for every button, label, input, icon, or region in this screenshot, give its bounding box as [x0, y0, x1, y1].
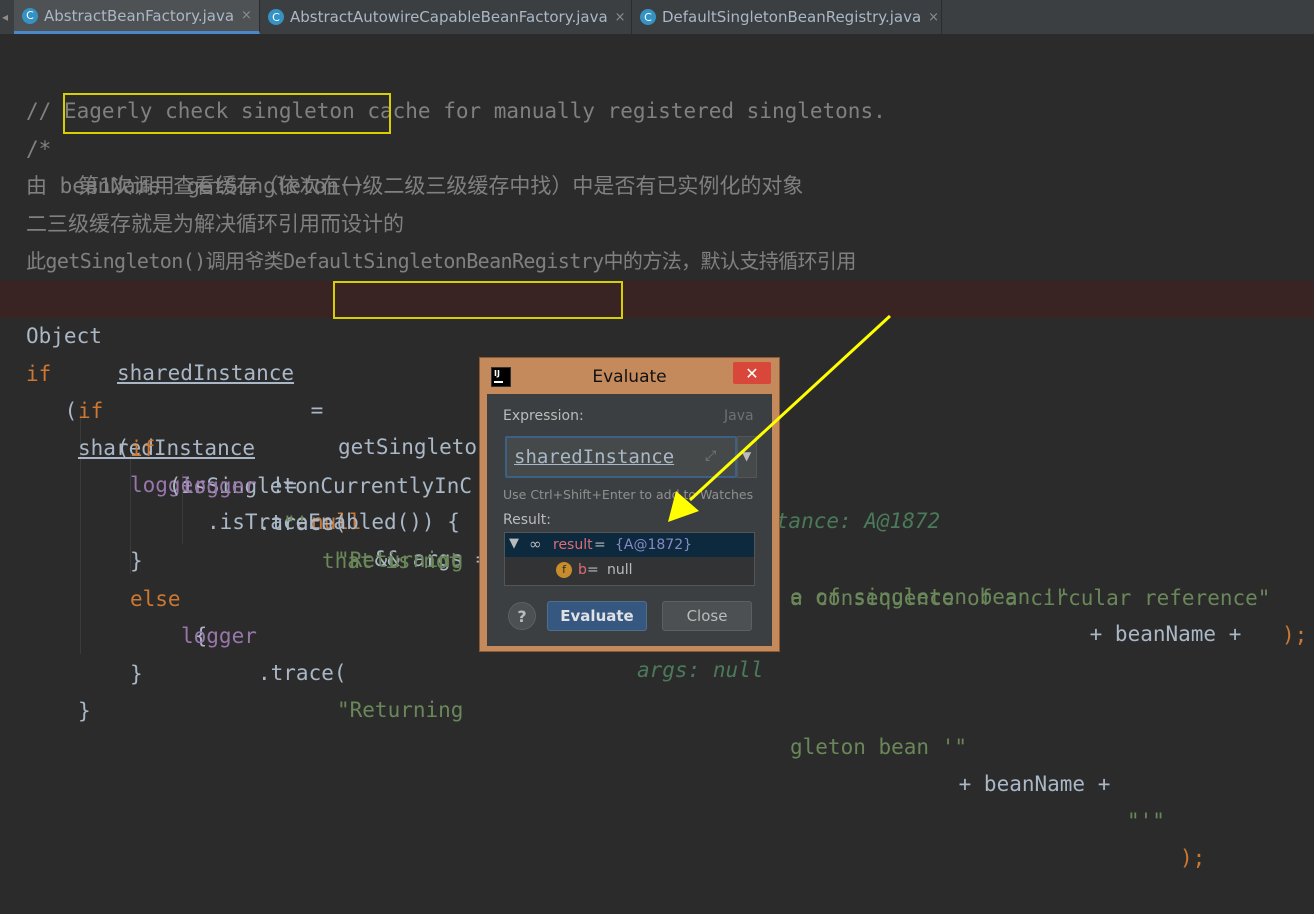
tab-default-singleton-bean-registry[interactable]: C DefaultSingletonBeanRegistry.java ×	[632, 0, 942, 34]
dialog-title-bar[interactable]: IJ Evaluate ✕	[480, 358, 779, 394]
tree-row-result[interactable]: ▼ ∞ result = {A@1872}	[505, 533, 754, 557]
code-line-1: // Eagerly check singleton cache for man…	[0, 56, 1314, 123]
result-tree[interactable]: ▼ ∞ result = {A@1872} f b = null	[504, 532, 755, 586]
expand-icon[interactable]: ⤢	[705, 448, 716, 464]
class-icon: C	[22, 7, 38, 24]
child-eq: =	[587, 562, 599, 578]
tab-abstract-autowire-capable-bean-factory[interactable]: C AbstractAutowireCapableBeanFactory.jav…	[260, 0, 632, 34]
close-icon[interactable]: ✕	[733, 362, 771, 384]
code-line-3: 由 beanName 查看缓存（依次在一级二级三级缓存中找）中是否有已实例化的对…	[0, 131, 1314, 198]
expression-input[interactable]: sharedInstance ⤢	[505, 436, 737, 478]
code-line-5: 此getSingleton()调用爷类DefaultSingletonBeanR…	[0, 206, 1314, 273]
expression-label: Expression:	[503, 408, 584, 424]
code-line-17: }	[0, 656, 1314, 723]
code-line-4: 二三级缓存就是为解决循环引用而设计的	[0, 169, 1314, 236]
expand-arrow-icon[interactable]: ▼	[509, 536, 519, 551]
close-icon[interactable]: ×	[615, 10, 626, 25]
code-text: + beanName +	[946, 772, 1124, 796]
tab-label: DefaultSingletonBeanRegistry.java	[662, 8, 922, 26]
watch-infinity-icon: ∞	[529, 535, 542, 553]
result-label: Result:	[503, 512, 551, 528]
string-literal: "Returning	[337, 698, 464, 722]
field-icon: f	[556, 562, 572, 578]
dialog-body: Expression: Java sharedInstance ⤢ ▼ Use …	[487, 394, 772, 646]
code-line-8: if ( sharedInstance != null && args == n…	[0, 319, 1314, 682]
evaluate-dialog: IJ Evaluate ✕ Expression: Java sharedIns…	[479, 357, 780, 652]
close-icon[interactable]: ×	[241, 8, 252, 23]
child-name: b	[578, 562, 587, 578]
close-icon[interactable]: ×	[928, 10, 939, 25]
tab-scroll-left-icon[interactable]: ◂	[2, 10, 8, 24]
annotation-box-comment	[63, 93, 391, 134]
result-value: {A@1872}	[615, 537, 693, 553]
editor-tab-bar: ◂ C AbstractBeanFactory.java × C Abstrac…	[0, 0, 1314, 35]
expression-value: sharedInstance	[514, 446, 675, 468]
brace: }	[78, 699, 91, 723]
class-icon: C	[268, 9, 284, 25]
code-line-7-breakpoint: Object sharedInstance = getSingleton(bea…	[0, 281, 1314, 533]
tab-label: AbstractAutowireCapableBeanFactory.java	[290, 8, 608, 26]
annotation-box-get-singleton	[333, 281, 623, 319]
evaluate-button[interactable]: Evaluate	[547, 601, 647, 631]
string-literal: "'"	[1127, 809, 1165, 833]
string-literal: gleton bean '"	[790, 735, 968, 759]
language-label: Java	[724, 408, 754, 424]
class-icon: C	[640, 9, 656, 25]
result-name: result	[553, 537, 593, 553]
history-dropdown[interactable]: ▼	[737, 436, 757, 478]
result-eq: =	[594, 537, 606, 553]
close-button[interactable]: Close	[662, 601, 752, 631]
tab-label: AbstractBeanFactory.java	[44, 6, 235, 25]
child-value: null	[607, 562, 633, 578]
watches-hint: Use Ctrl+Shift+Enter to add to Watches	[503, 487, 754, 502]
code-line-6: */	[0, 243, 1314, 310]
chevron-down-icon: ▼	[742, 449, 752, 463]
code-text: );	[1180, 846, 1206, 870]
tab-abstract-bean-factory[interactable]: C AbstractBeanFactory.java ×	[14, 0, 260, 34]
help-button[interactable]: ?	[508, 602, 536, 630]
